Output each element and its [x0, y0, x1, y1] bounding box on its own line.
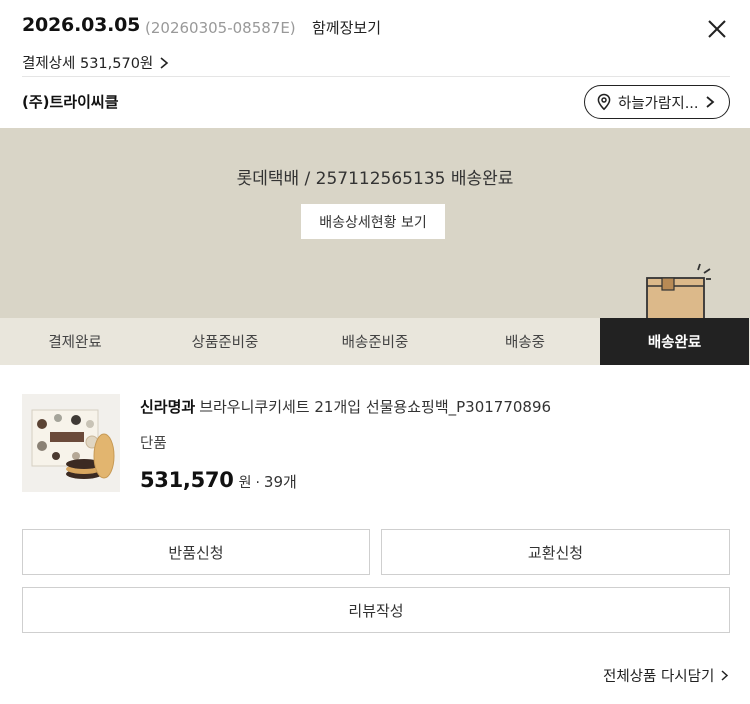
payment-detail-text: 결제상세 531,570원: [22, 56, 154, 72]
step-preparing-product: 상품준비중: [191, 335, 259, 351]
currency-unit: 원: [238, 475, 252, 491]
product-image[interactable]: [22, 394, 120, 492]
return-request-button[interactable]: 반품신청: [22, 529, 370, 575]
step-delivered: 배송완료: [600, 318, 749, 365]
location-text: 하늘가람지...: [618, 95, 699, 112]
close-button[interactable]: [704, 16, 730, 42]
order-number: (20260305-08587E): [145, 19, 296, 37]
delivery-detail-button[interactable]: 배송상세현황 보기: [301, 204, 445, 239]
separator-dot: ·: [255, 475, 260, 491]
close-icon: [708, 20, 726, 38]
seller-name: (주)트라이씨클: [22, 93, 119, 111]
add-all-to-cart-text: 전체상품 다시담기: [603, 669, 715, 685]
step-preparing-shipping: 배송준비중: [341, 335, 409, 351]
header-divider: [22, 76, 730, 77]
product-price-line: 531,570 원 · 39개: [140, 468, 297, 492]
order-header: 2026.03.05 (20260305-08587E) 함께장보기 결제상세 …: [0, 0, 750, 77]
chevron-right-icon: [721, 670, 729, 681]
product-price: 531,570: [140, 468, 234, 492]
chevron-right-icon: [160, 56, 169, 69]
delivery-box-icon: [640, 262, 712, 323]
product-option: 단품: [140, 436, 167, 452]
chevron-right-icon: [705, 96, 714, 108]
step-in-transit: 배송중: [504, 335, 546, 351]
write-review-button[interactable]: 리뷰작성: [22, 587, 730, 633]
product-name: 브라우니쿠키세트 21개입 선물용쇼핑백_P301770896: [199, 398, 552, 416]
location-button[interactable]: 하늘가람지...: [584, 85, 730, 119]
order-date: 2026.03.05: [22, 14, 141, 36]
step-payment-complete: 결제완료: [48, 335, 102, 351]
product-title[interactable]: 신라명과 브라우니쿠키세트 21개입 선물용쇼핑백_P301770896: [140, 396, 551, 417]
delivery-steps: 결제완료 상품준비중 배송준비중 배송중 배송완료: [0, 318, 750, 365]
location-pin-icon: [597, 93, 611, 111]
product-quantity: 39개: [263, 473, 297, 491]
delivery-banner: 롯데택배 / 257112565135 배송완료 배송상세현황 보기: [0, 128, 750, 323]
product-brand: 신라명과: [140, 398, 196, 416]
add-all-to-cart-link[interactable]: 전체상품 다시담기: [603, 665, 729, 686]
payment-detail-link[interactable]: 결제상세 531,570원: [22, 52, 169, 73]
exchange-request-button[interactable]: 교환신청: [381, 529, 730, 575]
tracking-info: 롯데택배 / 257112565135 배송완료: [236, 169, 514, 189]
together-shopping-label: 함께장보기: [312, 19, 382, 37]
